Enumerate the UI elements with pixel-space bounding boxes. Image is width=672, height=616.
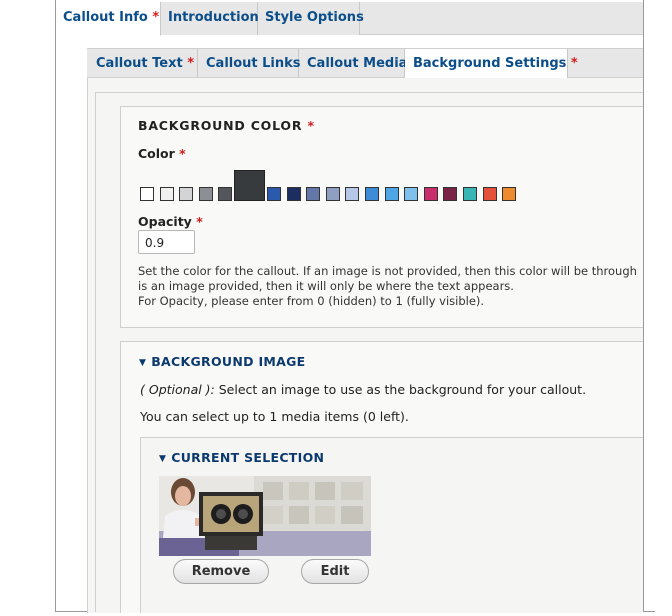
- tab-background-settings[interactable]: Background Settings *: [405, 49, 578, 78]
- tab-label: Background Settings: [413, 56, 567, 71]
- selected-media-thumbnail: [159, 476, 371, 556]
- required-marker: *: [152, 10, 160, 25]
- required-marker: *: [307, 118, 315, 133]
- color-swatch[interactable]: [140, 187, 154, 201]
- tab-label: Callout Media: [307, 56, 408, 71]
- description-text: Select an image to use as the background…: [214, 382, 587, 397]
- triangle-down-icon: ▼: [139, 358, 147, 368]
- color-swatch[interactable]: [234, 170, 265, 201]
- frame-edge: [643, 0, 644, 612]
- color-swatch[interactable]: [218, 187, 233, 201]
- required-marker: *: [196, 214, 203, 229]
- color-swatch[interactable]: [423, 187, 438, 201]
- color-swatch[interactable]: [345, 187, 360, 201]
- tab-label: Introduction: [168, 10, 259, 25]
- background-image-summary[interactable]: ▼ BACKGROUND IMAGE: [139, 354, 306, 369]
- color-swatch[interactable]: [502, 187, 517, 201]
- tab-callout-links[interactable]: Callout Links: [198, 49, 301, 77]
- opacity-label: Opacity *: [138, 214, 203, 229]
- background-image-description: ( Optional ): Select an image to use as …: [140, 382, 586, 397]
- tab-callout-media[interactable]: Callout Media: [299, 49, 408, 77]
- color-swatch[interactable]: [159, 187, 174, 201]
- color-description-line-1: Set the color for the callout. If an ima…: [138, 264, 637, 278]
- background-color-legend: BACKGROUND COLOR *: [138, 118, 315, 133]
- tab-callout-text[interactable]: Callout Text *: [88, 49, 198, 77]
- color-swatch[interactable]: [325, 187, 340, 201]
- color-swatch[interactable]: [384, 187, 399, 201]
- color-swatch[interactable]: [482, 187, 497, 201]
- summary-text: CURRENT SELECTION: [171, 450, 325, 465]
- color-swatch[interactable]: [179, 187, 194, 201]
- legend-text: BACKGROUND COLOR: [138, 118, 303, 133]
- remove-button[interactable]: Remove: [173, 559, 269, 584]
- color-swatch[interactable]: [365, 187, 379, 201]
- required-marker: *: [570, 56, 578, 71]
- tab-label: Style Options: [265, 10, 364, 25]
- tab-label: Callout Text: [96, 56, 183, 71]
- edit-button[interactable]: Edit: [301, 559, 369, 584]
- tab-style-options[interactable]: Style Options: [258, 2, 364, 35]
- tab-label: Callout Info: [63, 10, 148, 25]
- optional-label: ( Optional ):: [140, 382, 215, 397]
- thumbnail-image: [159, 476, 371, 556]
- color-swatch[interactable]: [286, 187, 301, 201]
- tab-introduction[interactable]: Introduction: [161, 2, 259, 35]
- current-selection-summary[interactable]: ▼ CURRENT SELECTION: [159, 450, 324, 465]
- color-swatch[interactable]: [463, 187, 477, 201]
- tab-callout-info[interactable]: Callout Info *: [56, 2, 161, 36]
- color-label: Color *: [138, 146, 186, 161]
- color-swatch[interactable]: [404, 187, 419, 201]
- required-marker: *: [187, 56, 195, 71]
- media-limit-text: You can select up to 1 media items (0 le…: [140, 409, 409, 424]
- label-text: Opacity: [138, 214, 192, 229]
- required-marker: *: [179, 146, 186, 161]
- opacity-input[interactable]: 0.9: [138, 230, 195, 254]
- color-swatch[interactable]: [306, 187, 321, 201]
- color-description-line-2: is an image provided, then it will only …: [138, 279, 514, 293]
- color-description-line-3: For Opacity, please enter from 0 (hidden…: [138, 294, 485, 308]
- color-swatch[interactable]: [443, 187, 458, 201]
- color-swatch[interactable]: [198, 187, 213, 201]
- label-text: Color: [138, 146, 175, 161]
- tab-label: Callout Links: [206, 56, 301, 71]
- color-swatch[interactable]: [267, 187, 281, 201]
- triangle-down-icon: ▼: [159, 454, 167, 464]
- summary-text: BACKGROUND IMAGE: [151, 354, 306, 369]
